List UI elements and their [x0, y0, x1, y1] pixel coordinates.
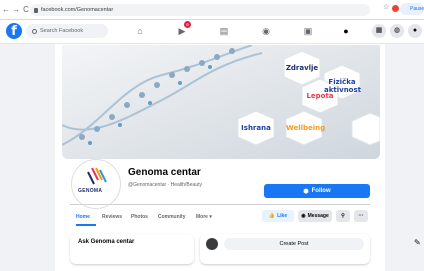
- avatar[interactable]: [206, 238, 218, 250]
- forward-icon[interactable]: →: [12, 5, 20, 14]
- messenger-icon[interactable]: ◍: [390, 24, 404, 38]
- page-title: Genoma centar: [128, 167, 201, 178]
- tab-home[interactable]: Home: [76, 214, 90, 220]
- cover-photo[interactable]: Zdravlje Fizička aktivnost Lepota Ishran…: [62, 45, 380, 159]
- groups-nav-icon[interactable]: ◉: [260, 25, 272, 37]
- more-icon: ···: [358, 213, 364, 219]
- tab-more[interactable]: More ▾: [196, 214, 212, 220]
- lock-icon: [34, 7, 38, 13]
- profile-chip[interactable]: Pause: [400, 3, 424, 15]
- notifications-icon[interactable]: ●: [408, 24, 422, 38]
- message-button[interactable]: ◉ Message: [298, 210, 332, 222]
- create-post-button[interactable]: Create Post: [224, 238, 364, 250]
- search-icon: [32, 28, 37, 34]
- cover-word-lepota: Lepota: [306, 92, 334, 100]
- notification-badge: 6: [184, 21, 191, 28]
- tab-photos[interactable]: Photos: [131, 214, 148, 220]
- like-button[interactable]: 👍 Like: [262, 210, 294, 222]
- follow-icon: ⬢: [303, 188, 309, 195]
- facebook-header: f Search Facebook ⌂ ▶ ▤ ◉ ▣ ● ▦ ◍ ●: [0, 20, 424, 44]
- gaming-nav-icon[interactable]: ▣: [302, 25, 314, 37]
- new-message-icon[interactable]: ✎: [414, 238, 424, 248]
- extension-icon[interactable]: [392, 5, 399, 12]
- cover-word-ishrana: Ishrana: [241, 124, 271, 132]
- tab-reviews[interactable]: Reviews: [102, 214, 122, 220]
- menu-grid-icon[interactable]: ▦: [372, 24, 386, 38]
- search-placeholder: Search Facebook: [40, 28, 84, 34]
- ask-card: Ask Genoma centar: [70, 234, 194, 264]
- active-tab-indicator: [76, 224, 96, 226]
- facebook-logo-icon[interactable]: f: [6, 23, 22, 39]
- url-text: facebook.com/Genomacentar: [41, 7, 114, 13]
- search-input[interactable]: Search Facebook: [26, 24, 108, 38]
- messenger-small-icon: ◉: [301, 213, 306, 219]
- marketplace-nav-icon[interactable]: ▤: [218, 25, 230, 37]
- reload-icon[interactable]: C: [22, 5, 30, 14]
- tab-community[interactable]: Community: [158, 214, 186, 220]
- page-subtitle: @Genomacentar · Health/Beauty: [128, 182, 203, 188]
- like-icon: 👍: [268, 213, 276, 219]
- pages-nav-icon[interactable]: ●: [340, 25, 352, 37]
- follow-button[interactable]: ⬢ Follow: [264, 184, 370, 198]
- more-options-button[interactable]: ···: [354, 210, 368, 222]
- cover-word-zdravlje: Zdravlje: [285, 64, 319, 72]
- search-page-button[interactable]: ⚲: [336, 210, 350, 222]
- back-icon[interactable]: ←: [2, 5, 10, 14]
- header-divider: [70, 204, 370, 205]
- ask-title: Ask Genoma centar: [78, 239, 135, 245]
- bookmark-star-icon[interactable]: ☆: [383, 3, 389, 11]
- create-post-card: Create Post: [200, 234, 370, 264]
- page-profile-picture[interactable]: GENOMA: [72, 160, 120, 208]
- dna-helix-graphic: [62, 45, 380, 159]
- search-icon: ⚲: [341, 213, 345, 219]
- cover-word-wellbeing: Wellbeing: [286, 124, 326, 132]
- home-nav-icon[interactable]: ⌂: [134, 25, 146, 37]
- genoma-logo-icon: [74, 162, 118, 206]
- like-label: Like: [277, 213, 288, 219]
- follow-label: Follow: [311, 188, 331, 194]
- logo-wordmark: GENOMA: [78, 188, 103, 194]
- address-bar[interactable]: facebook.com/Genomacentar: [30, 4, 370, 16]
- message-label: Message: [307, 213, 329, 219]
